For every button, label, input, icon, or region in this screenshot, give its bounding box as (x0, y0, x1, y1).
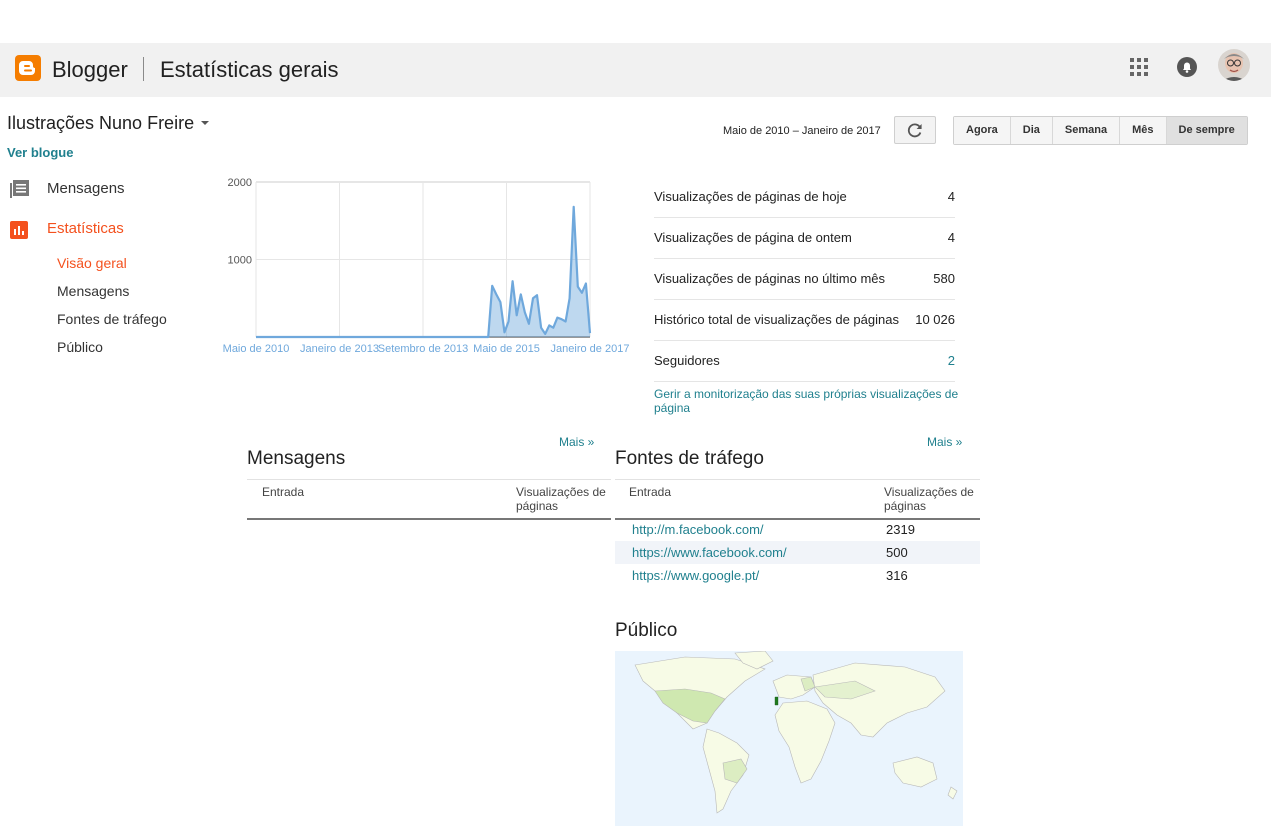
posts-icon (10, 180, 29, 203)
x-tick-label: Janeiro de 2013 (300, 343, 379, 355)
x-tick-label: Setembro de 2013 (378, 343, 469, 355)
stat-value: 580 (933, 271, 955, 286)
date-range-label: Maio de 2010 – Janeiro de 2017 (723, 125, 881, 137)
traffic-source-views: 316 (886, 568, 908, 583)
y-tick-label: 1000 (228, 255, 252, 267)
sidebar-subitem-posts[interactable]: Mensagens (57, 283, 129, 299)
range-day-button[interactable]: Dia (1010, 117, 1053, 144)
table-row: https://www.facebook.com/ 500 (615, 541, 980, 564)
x-tick-label: Janeiro de 2017 (551, 343, 630, 355)
manage-tracking-link[interactable]: Gerir a monitorização das suas próprias … (654, 387, 959, 415)
traffic-source-views: 2319 (886, 522, 915, 537)
posts-section-title: Mensagens (247, 448, 346, 469)
pageviews-chart: 2000 1000 Maio de 2010 Janeiro de 2013Setem… (223, 177, 630, 355)
audience-world-map[interactable] (615, 651, 963, 826)
traffic-source-link[interactable]: https://www.google.pt/ (632, 568, 759, 583)
stat-row-followers: Seguidores 2 (654, 341, 955, 382)
blogger-logo-icon[interactable] (15, 55, 41, 81)
stat-row-last-month: Visualizações de páginas no último mês 5… (654, 259, 955, 300)
y-tick-label: 2000 (228, 177, 252, 189)
column-header-pageviews: Visualizações de páginas (516, 485, 606, 513)
traffic-section-title: Fontes de tráfego (615, 448, 764, 469)
apps-grid-icon[interactable] (1129, 57, 1149, 77)
range-button-group: Agora Dia Semana Mês De sempre (953, 116, 1248, 145)
caret-down-icon[interactable] (201, 121, 209, 125)
followers-count-link[interactable]: 2 (948, 353, 955, 368)
column-header-pageviews: Visualizações de páginas (884, 485, 974, 513)
app-name[interactable]: Blogger (52, 57, 128, 83)
sidebar-subitem-overview[interactable]: Visão geral (57, 255, 127, 271)
sidebar-subitem-audience[interactable]: Público (57, 339, 103, 355)
title-divider (143, 57, 144, 81)
stat-label: Visualizações de páginas no último mês (654, 271, 886, 286)
table-row: https://www.google.pt/ 316 (615, 564, 980, 587)
range-month-button[interactable]: Mês (1120, 117, 1167, 144)
range-now-button[interactable]: Agora (954, 117, 1011, 144)
traffic-source-link[interactable]: https://www.facebook.com/ (632, 545, 787, 560)
posts-more-link[interactable]: Mais » (559, 435, 594, 449)
column-header-entry: Entrada (629, 485, 672, 499)
range-week-button[interactable]: Semana (1052, 117, 1121, 144)
stat-row-today: Visualizações de páginas de hoje 4 (654, 177, 955, 218)
table-row: http://m.facebook.com/ 2319 (615, 518, 980, 541)
traffic-source-link[interactable]: http://m.facebook.com/ (632, 522, 764, 537)
traffic-source-views: 500 (886, 545, 908, 560)
stat-value: 4 (947, 189, 955, 204)
view-blog-link[interactable]: Ver blogue (7, 145, 73, 160)
posts-table-header: Entrada Visualizações de páginas (247, 479, 611, 520)
x-tick-label: Maio de 2010 (223, 343, 290, 355)
stat-label: Visualizações de páginas de hoje (654, 189, 847, 204)
sidebar-subitem-traffic-sources[interactable]: Fontes de tráfego (57, 311, 167, 327)
column-header-entry: Entrada (262, 485, 305, 499)
user-avatar[interactable] (1218, 49, 1250, 81)
refresh-icon (907, 123, 922, 138)
notifications-bell-icon[interactable] (1176, 56, 1198, 78)
sidebar-item-stats[interactable]: Estatísticas (47, 220, 124, 237)
traffic-more-link[interactable]: Mais » (927, 435, 962, 449)
sidebar-item-posts[interactable]: Mensagens (47, 180, 125, 197)
stat-row-all-time: Histórico total de visualizações de pági… (654, 300, 955, 341)
stats-icon (10, 221, 28, 239)
summary-stats: Visualizações de páginas de hoje 4 Visua… (654, 177, 955, 382)
stat-label: Histórico total de visualizações de pági… (654, 312, 899, 327)
stat-row-yesterday: Visualizações de página de ontem 4 (654, 218, 955, 259)
stat-label: Visualizações de página de ontem (654, 230, 852, 245)
stat-value: 4 (947, 230, 955, 245)
range-all-time-button[interactable]: De sempre (1166, 117, 1247, 144)
page-title: Estatísticas gerais (160, 57, 339, 82)
stat-value: 10 026 (915, 312, 955, 327)
refresh-button[interactable] (894, 116, 936, 144)
traffic-table-header: Entrada Visualizações de páginas (615, 479, 980, 520)
stat-label: Seguidores (654, 353, 720, 368)
audience-section-title: Público (615, 620, 678, 641)
blog-selector[interactable]: Ilustrações Nuno Freire (7, 113, 194, 134)
x-tick-label: Maio de 2015 (473, 343, 540, 355)
